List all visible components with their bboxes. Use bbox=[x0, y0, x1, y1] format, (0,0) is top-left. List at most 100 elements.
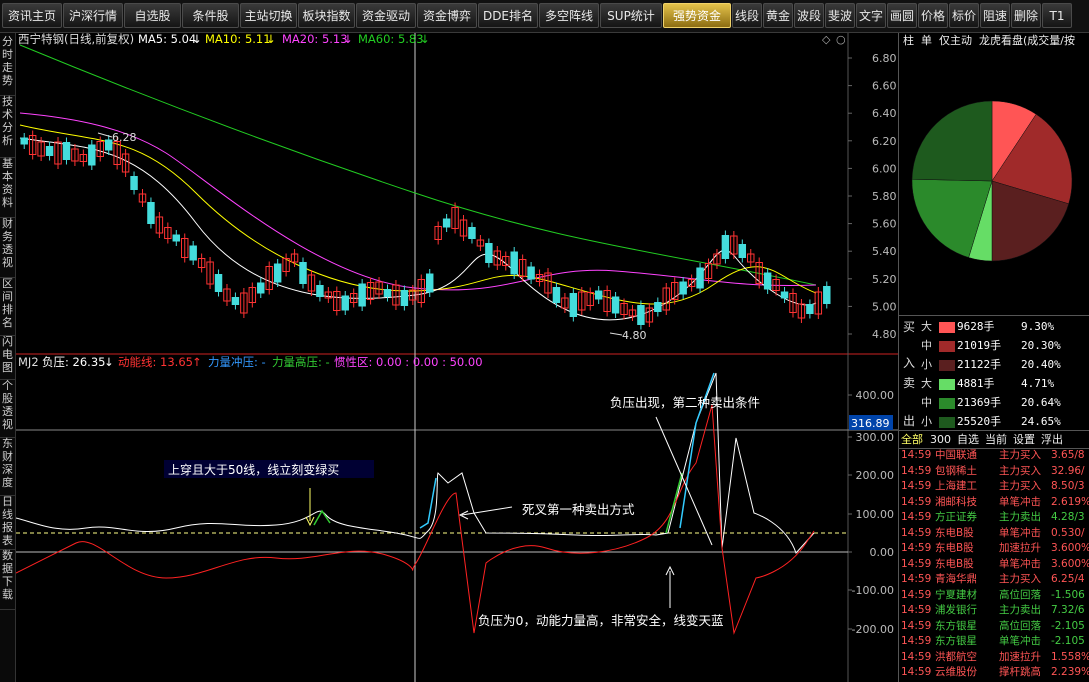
tick-name: 东方银星 bbox=[935, 635, 977, 647]
ma60-arrow: ↓ bbox=[420, 33, 430, 46]
candle-body bbox=[763, 272, 772, 290]
left-tab-6[interactable]: 个股透视 bbox=[0, 379, 15, 438]
nav-button-18[interactable]: 价格 bbox=[918, 3, 948, 28]
nav-button-15[interactable]: 斐波 bbox=[825, 3, 855, 28]
annotation-4: 负压为0，动能力量高，非常安全，线变天蓝 bbox=[478, 613, 723, 628]
nav-button-7[interactable]: 资金博弈 bbox=[417, 3, 477, 28]
nav-button-10[interactable]: SUP统计 bbox=[600, 3, 662, 28]
left-tab-7[interactable]: 东财深度 bbox=[0, 437, 15, 496]
indicator-tick-label: 400.00 bbox=[856, 389, 895, 402]
ratio-volume: 9628手 bbox=[957, 320, 995, 333]
left-tab-2[interactable]: 基本资料 bbox=[0, 157, 15, 218]
nav-button-20[interactable]: 阻速 bbox=[980, 3, 1010, 28]
nav-button-9[interactable]: 多空阵线 bbox=[539, 3, 599, 28]
ratio-row: 小 21122手 20.40% bbox=[899, 356, 1089, 374]
candle-body bbox=[527, 266, 535, 280]
candle-body bbox=[88, 144, 96, 166]
list-tab-0[interactable]: 全部 bbox=[901, 432, 923, 447]
left-tab-5[interactable]: 闪电图 bbox=[0, 335, 15, 380]
nav-button-0[interactable]: 资讯主页 bbox=[2, 3, 62, 28]
dongneng-arrow: ↑ bbox=[192, 355, 202, 369]
left-tab-1[interactable]: 技术分析 bbox=[0, 95, 15, 158]
price-tick-label: 5.60 bbox=[872, 218, 897, 231]
nav-button-4[interactable]: 主站切换 bbox=[240, 3, 297, 28]
right-tab-1[interactable]: 单 bbox=[921, 33, 932, 48]
candle-body bbox=[442, 218, 451, 228]
price-tick-label: 6.80 bbox=[872, 52, 897, 65]
nav-button-2[interactable]: 自选股 bbox=[124, 3, 181, 28]
tick-action: 加速拉升 bbox=[999, 650, 1041, 663]
tick-name: 云维股份 bbox=[935, 666, 977, 678]
ratio-swatch bbox=[939, 360, 955, 371]
tick-row[interactable]: 14:59 宁夏建材 高位回落 -1.506 bbox=[901, 588, 1089, 603]
ratio-table: 买 入 卖 出 大 9628手 9.30% 中 21019手 20.30% 小 21122手 2… bbox=[899, 315, 1089, 430]
tick-row[interactable]: 14:59 云维股份 撑杆跳高 2.239% bbox=[901, 665, 1089, 680]
tick-row[interactable]: 14:59 方正证券 主力卖出 4.28/3 bbox=[901, 510, 1089, 525]
tick-action: 加速拉升 bbox=[999, 542, 1041, 554]
right-tab-2[interactable]: 仅主动 bbox=[939, 33, 972, 48]
tick-row[interactable]: 14:59 洪都航空 加速拉升 1.558% bbox=[901, 650, 1089, 665]
left-tab-3[interactable]: 财务透视 bbox=[0, 217, 15, 278]
list-tab-2[interactable]: 自选 bbox=[957, 432, 979, 447]
candle-body bbox=[637, 305, 645, 325]
list-tab-1[interactable]: 300 bbox=[930, 432, 951, 447]
nav-button-6[interactable]: 资金驱动 bbox=[356, 3, 416, 28]
list-tab-3[interactable]: 当前 bbox=[985, 432, 1007, 447]
collapse-icon[interactable]: ◇ bbox=[822, 33, 831, 46]
tick-row[interactable]: 14:59 中国联通 主力买入 3.65/8 bbox=[901, 448, 1089, 463]
right-tab-3[interactable]: 龙虎看盘(成交量/按 bbox=[979, 33, 1075, 48]
price-tick-label: 6.00 bbox=[872, 162, 897, 175]
nav-button-16[interactable]: 文字 bbox=[856, 3, 886, 28]
tick-row[interactable]: 14:59 上海建工 主力买入 8.50/3 bbox=[901, 479, 1089, 494]
chart-area[interactable]: 西宁特钢(日线,前复权) MA5: 5.04 ↓ MA10: 5.11 ↓ MA… bbox=[16, 33, 898, 682]
tick-time: 14:59 bbox=[901, 542, 932, 554]
nav-button-5[interactable]: 板块指数 bbox=[298, 3, 355, 28]
indicator-tick-label: 0.00 bbox=[870, 546, 895, 559]
nav-button-3[interactable]: 条件股 bbox=[182, 3, 239, 28]
ratio-volume: 4881手 bbox=[957, 377, 995, 390]
tick-val: -2.105 bbox=[1051, 619, 1085, 632]
annotation-3: 负压出现，第二种卖出条件 bbox=[610, 395, 760, 410]
tick-row[interactable]: 14:59 包钢稀土 主力买入 32.96/ bbox=[901, 464, 1089, 479]
tick-val: 1.558% bbox=[1051, 650, 1089, 663]
tick-row[interactable]: 14:59 东电B股 加速拉升 3.600% bbox=[901, 541, 1089, 556]
price-tick-label: 6.40 bbox=[872, 107, 897, 120]
stock-title: 西宁特钢(日线,前复权) bbox=[18, 33, 134, 46]
nav-button-19[interactable]: 标价 bbox=[949, 3, 979, 28]
tick-name: 东电B股 bbox=[935, 526, 974, 539]
candle-body bbox=[780, 291, 789, 299]
tick-val: 3.65/8 bbox=[1051, 449, 1085, 461]
nav-button-21[interactable]: 删除 bbox=[1011, 3, 1041, 28]
nav-button-8[interactable]: DDE排名 bbox=[478, 3, 538, 28]
list-tab-4[interactable]: 设置 bbox=[1013, 432, 1035, 447]
tick-row[interactable]: 14:59 东方银星 单笔冲击 -2.105 bbox=[901, 634, 1089, 649]
left-tab-0[interactable]: 分时走势 bbox=[0, 35, 15, 96]
tick-row[interactable]: 14:59 青海华鼎 主力买入 6.25/4 bbox=[901, 572, 1089, 587]
list-tab-5[interactable]: 浮出 bbox=[1041, 432, 1063, 447]
tick-row[interactable]: 14:59 湘邮科技 单笔冲击 2.619% bbox=[901, 495, 1089, 510]
left-tab-9[interactable]: 数据下载 bbox=[0, 549, 15, 610]
left-tab-8[interactable]: 日线报表 bbox=[0, 495, 15, 550]
ratio-row: 中 21019手 20.30% bbox=[899, 337, 1089, 355]
tick-row[interactable]: 14:59 东电B股 单笔冲击 3.600% bbox=[901, 557, 1089, 572]
ratio-row: 小 25520手 24.65% bbox=[899, 413, 1089, 431]
settings-icon[interactable]: ○ bbox=[836, 33, 846, 46]
nav-button-12[interactable]: 线段 bbox=[732, 3, 762, 28]
tick-row[interactable]: 14:59 东电B股 单笔冲击 0.530/ bbox=[901, 526, 1089, 541]
right-tab-0[interactable]: 柱 bbox=[903, 33, 914, 48]
current-value: 316.89 bbox=[851, 417, 890, 430]
tick-val: -2.105 bbox=[1051, 635, 1085, 647]
nav-button-1[interactable]: 沪深行情 bbox=[63, 3, 123, 28]
nav-button-17[interactable]: 画圆 bbox=[887, 3, 917, 28]
nav-button-13[interactable]: 黄金 bbox=[763, 3, 793, 28]
tick-action: 单笔冲击 bbox=[999, 635, 1041, 647]
pie-chart bbox=[911, 100, 1073, 262]
nav-button-11[interactable]: 强势资金 bbox=[663, 3, 731, 28]
tick-val: 2.619% bbox=[1051, 495, 1089, 508]
left-tab-4[interactable]: 区间排名 bbox=[0, 277, 15, 336]
nav-button-22[interactable]: T1 bbox=[1042, 3, 1072, 28]
tick-row[interactable]: 14:59 东方银星 高位回落 -2.105 bbox=[901, 619, 1089, 634]
nav-button-14[interactable]: 波段 bbox=[794, 3, 824, 28]
tick-row[interactable]: 14:59 浦发银行 主力卖出 7.32/6 bbox=[901, 603, 1089, 618]
tick-action: 单笔冲击 bbox=[999, 526, 1041, 539]
